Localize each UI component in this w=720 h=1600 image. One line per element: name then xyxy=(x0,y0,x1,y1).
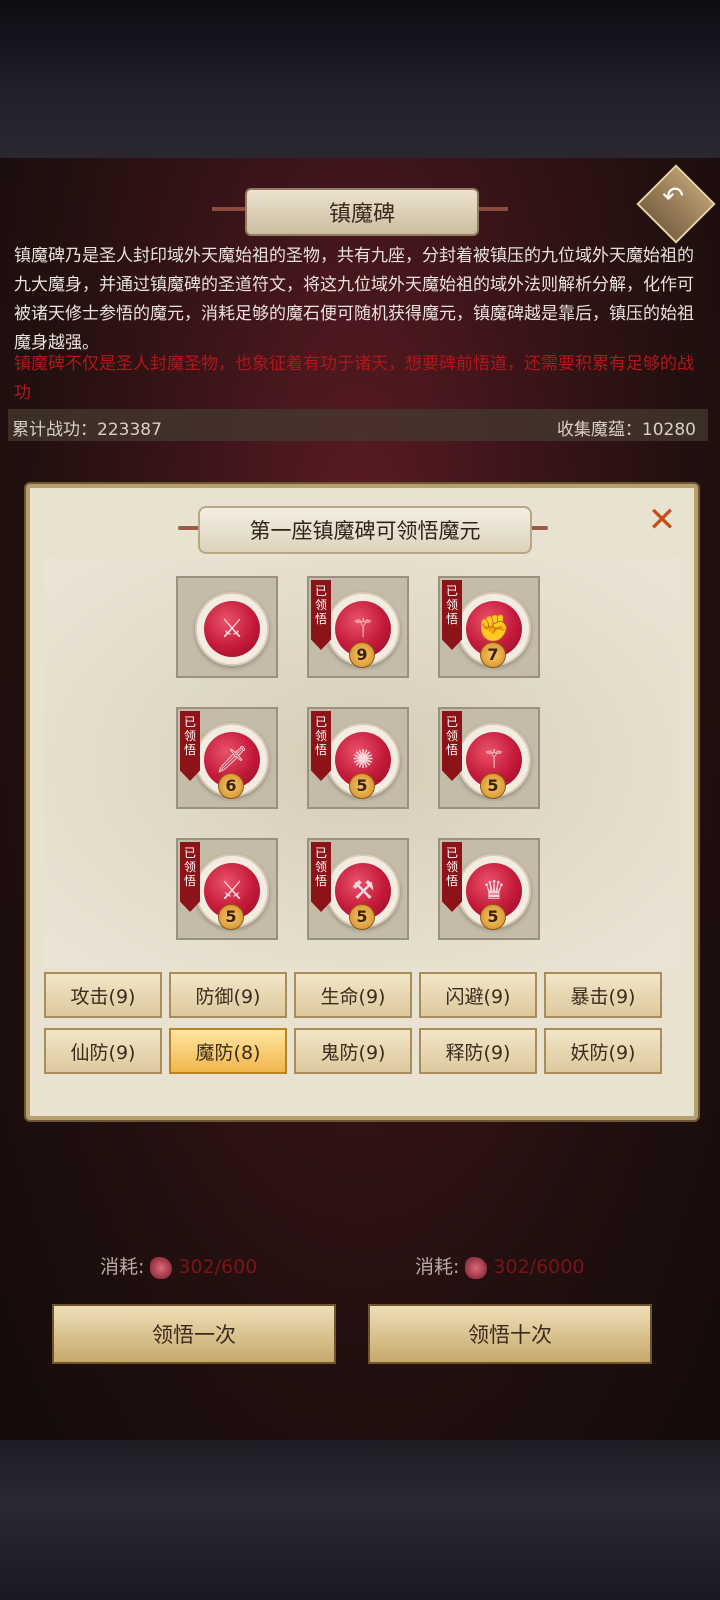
category-tab[interactable]: 闪避(9) xyxy=(419,972,537,1018)
cost-once: 消耗: 302/600 xyxy=(100,1252,257,1279)
learned-tag: 已领悟 xyxy=(442,842,462,912)
cost-ten: 消耗: 302/6000 xyxy=(415,1252,584,1279)
level-badge: 5 xyxy=(480,773,506,799)
cost-ten-value: 302/6000 xyxy=(493,1256,585,1278)
back-arrow-icon: ↶ xyxy=(662,181,684,212)
cost-once-label: 消耗: xyxy=(100,1256,145,1278)
reward-slot[interactable]: 🗡 已领悟 6 xyxy=(176,707,278,809)
demon-stone-icon xyxy=(150,1256,173,1279)
learned-tag: 已领悟 xyxy=(442,580,462,650)
reward-orb: ⚔ xyxy=(195,592,269,666)
reward-slot[interactable]: ✺ 已领悟 5 xyxy=(307,707,409,809)
description-text: 镇魔碑乃是圣人封印域外天魔始祖的圣物，共有九座，分封着被镇压的九位域外天魔始祖的… xyxy=(14,246,694,353)
reward-slot[interactable]: ✊ 已领悟 7 xyxy=(438,576,540,678)
category-tab[interactable]: 鬼防(9) xyxy=(294,1028,412,1074)
learned-tag: 已领悟 xyxy=(311,711,331,781)
reward-slot[interactable]: ♛ 已领悟 5 xyxy=(438,838,540,940)
category-tab[interactable]: 攻击(9) xyxy=(44,972,162,1018)
learned-tag: 已领悟 xyxy=(180,842,200,912)
level-badge: 7 xyxy=(480,642,506,668)
bottom-band xyxy=(0,1440,720,1600)
demon-stone-icon xyxy=(465,1256,488,1279)
category-tab[interactable]: 防御(9) xyxy=(169,972,287,1018)
reward-slot[interactable]: ⚔ xyxy=(176,576,278,678)
claw-icon: ⚔ xyxy=(220,614,244,644)
reward-slot[interactable]: ⚚ 已领悟 9 xyxy=(307,576,409,678)
category-tab[interactable]: 暴击(9) xyxy=(544,972,662,1018)
warning-text: 镇魔碑不仅是圣人封魔圣物，也象征着有功于诸天，想要碑前悟道，还需要积累有足够的战… xyxy=(14,354,694,403)
learn-once-button[interactable]: 领悟一次 xyxy=(52,1304,336,1364)
reward-panel: 第一座镇魔碑可领悟魔元 ✕ ⚔ ⚚ 已领悟 9 ✊ 已领悟 7 🗡 已领悟 6 ✺ 已领悟 5 ⚚ 已领悟 5… xyxy=(26,484,698,1120)
learned-tag: 已领悟 xyxy=(442,711,462,781)
category-tab[interactable]: 释防(9) xyxy=(419,1028,537,1074)
level-badge: 6 xyxy=(218,773,244,799)
panel-title: 第一座镇魔碑可领悟魔元 xyxy=(198,506,532,554)
reward-slot[interactable]: ⚔ 已领悟 5 xyxy=(176,838,278,940)
cost-once-value: 302/600 xyxy=(178,1256,258,1278)
cost-ten-label: 消耗: xyxy=(415,1256,460,1278)
reward-slot[interactable]: ⚚ 已领悟 5 xyxy=(438,707,540,809)
page-title: 镇魔碑 xyxy=(245,188,479,236)
close-icon[interactable]: ✕ xyxy=(642,500,682,540)
merit-stat: 累计战功：223387 xyxy=(12,420,162,440)
level-badge: 5 xyxy=(218,904,244,930)
level-badge: 5 xyxy=(349,773,375,799)
learned-tag: 已领悟 xyxy=(311,842,331,912)
orb-core: ⚔ xyxy=(204,601,260,657)
learned-tag: 已领悟 xyxy=(180,711,200,781)
level-badge: 5 xyxy=(349,904,375,930)
learned-tag: 已领悟 xyxy=(311,580,331,650)
category-tab[interactable]: 魔防(8) xyxy=(169,1028,287,1074)
learn-ten-button[interactable]: 领悟十次 xyxy=(368,1304,652,1364)
category-tab[interactable]: 妖防(9) xyxy=(544,1028,662,1074)
category-tab[interactable]: 生命(9) xyxy=(294,972,412,1018)
level-badge: 9 xyxy=(349,642,375,668)
top-status-band xyxy=(0,0,720,158)
collected-stat: 收集魔蕴：10280 xyxy=(556,420,696,440)
category-tab[interactable]: 仙防(9) xyxy=(44,1028,162,1074)
reward-slot[interactable]: ⚒ 已领悟 5 xyxy=(307,838,409,940)
level-badge: 5 xyxy=(480,904,506,930)
